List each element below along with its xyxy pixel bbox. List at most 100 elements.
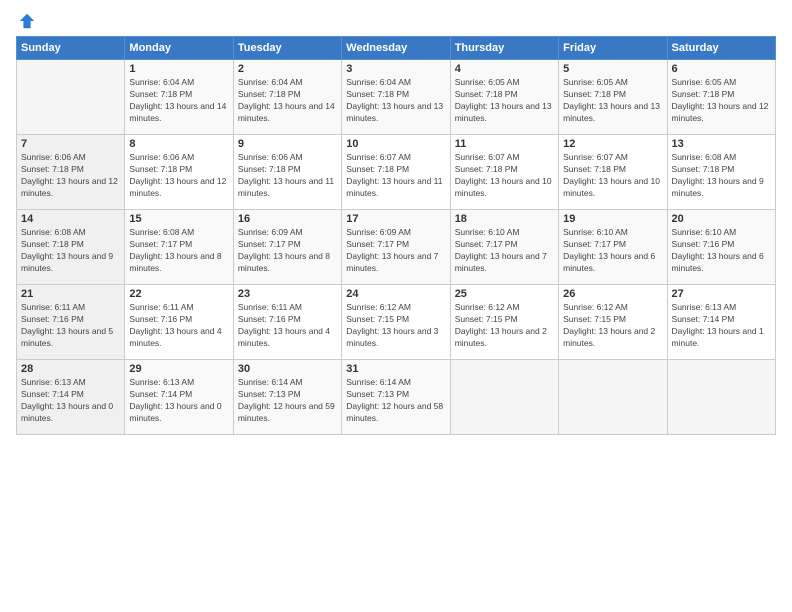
day-info: Sunrise: 6:12 AM Sunset: 7:15 PM Dayligh… bbox=[455, 302, 554, 350]
sunrise-label: Sunrise: 6:04 AM bbox=[238, 77, 303, 87]
daylight-label: Daylight: 13 hours and 9 minutes. bbox=[21, 251, 113, 273]
day-number: 27 bbox=[672, 288, 771, 300]
daylight-label: Daylight: 13 hours and 2 minutes. bbox=[563, 326, 655, 348]
daylight-label: Daylight: 13 hours and 13 minutes. bbox=[563, 101, 660, 123]
day-info: Sunrise: 6:10 AM Sunset: 7:17 PM Dayligh… bbox=[455, 227, 554, 275]
week-row-4: 28 Sunrise: 6:13 AM Sunset: 7:14 PM Dayl… bbox=[17, 360, 776, 435]
day-info: Sunrise: 6:13 AM Sunset: 7:14 PM Dayligh… bbox=[672, 302, 771, 350]
day-cell: 18 Sunrise: 6:10 AM Sunset: 7:17 PM Dayl… bbox=[450, 210, 558, 285]
daylight-label: Daylight: 13 hours and 1 minute. bbox=[672, 326, 764, 348]
calendar-table: SundayMondayTuesdayWednesdayThursdayFrid… bbox=[16, 36, 776, 435]
sunset-label: Sunset: 7:17 PM bbox=[346, 239, 409, 249]
weekday-header-friday: Friday bbox=[559, 37, 667, 60]
day-info: Sunrise: 6:08 AM Sunset: 7:17 PM Dayligh… bbox=[129, 227, 228, 275]
sunset-label: Sunset: 7:13 PM bbox=[238, 389, 301, 399]
sunrise-label: Sunrise: 6:06 AM bbox=[238, 152, 303, 162]
sunrise-label: Sunrise: 6:11 AM bbox=[129, 302, 193, 312]
sunset-label: Sunset: 7:18 PM bbox=[672, 89, 735, 99]
sunrise-label: Sunrise: 6:04 AM bbox=[346, 77, 411, 87]
day-info: Sunrise: 6:10 AM Sunset: 7:17 PM Dayligh… bbox=[563, 227, 662, 275]
day-info: Sunrise: 6:07 AM Sunset: 7:18 PM Dayligh… bbox=[455, 152, 554, 200]
sunrise-label: Sunrise: 6:11 AM bbox=[21, 302, 85, 312]
day-cell: 28 Sunrise: 6:13 AM Sunset: 7:14 PM Dayl… bbox=[17, 360, 125, 435]
day-cell: 30 Sunrise: 6:14 AM Sunset: 7:13 PM Dayl… bbox=[233, 360, 341, 435]
sunrise-label: Sunrise: 6:11 AM bbox=[238, 302, 302, 312]
week-row-2: 14 Sunrise: 6:08 AM Sunset: 7:18 PM Dayl… bbox=[17, 210, 776, 285]
day-info: Sunrise: 6:04 AM Sunset: 7:18 PM Dayligh… bbox=[238, 77, 337, 125]
sunrise-label: Sunrise: 6:13 AM bbox=[129, 377, 194, 387]
weekday-header-monday: Monday bbox=[125, 37, 233, 60]
sunset-label: Sunset: 7:18 PM bbox=[563, 89, 626, 99]
day-number: 2 bbox=[238, 63, 337, 75]
day-info: Sunrise: 6:11 AM Sunset: 7:16 PM Dayligh… bbox=[238, 302, 337, 350]
day-cell: 8 Sunrise: 6:06 AM Sunset: 7:18 PM Dayli… bbox=[125, 135, 233, 210]
daylight-label: Daylight: 13 hours and 9 minutes. bbox=[672, 176, 764, 198]
sunrise-label: Sunrise: 6:07 AM bbox=[455, 152, 520, 162]
day-cell: 21 Sunrise: 6:11 AM Sunset: 7:16 PM Dayl… bbox=[17, 285, 125, 360]
sunset-label: Sunset: 7:16 PM bbox=[238, 314, 301, 324]
day-cell: 14 Sunrise: 6:08 AM Sunset: 7:18 PM Dayl… bbox=[17, 210, 125, 285]
sunset-label: Sunset: 7:18 PM bbox=[455, 164, 518, 174]
sunrise-label: Sunrise: 6:12 AM bbox=[346, 302, 411, 312]
day-cell bbox=[667, 360, 775, 435]
day-number: 13 bbox=[672, 138, 771, 150]
sunrise-label: Sunrise: 6:08 AM bbox=[21, 227, 86, 237]
daylight-label: Daylight: 13 hours and 8 minutes. bbox=[238, 251, 330, 273]
sunset-label: Sunset: 7:13 PM bbox=[346, 389, 409, 399]
sunset-label: Sunset: 7:17 PM bbox=[563, 239, 626, 249]
day-number: 28 bbox=[21, 363, 120, 375]
day-info: Sunrise: 6:10 AM Sunset: 7:16 PM Dayligh… bbox=[672, 227, 771, 275]
sunset-label: Sunset: 7:18 PM bbox=[346, 164, 409, 174]
sunrise-label: Sunrise: 6:10 AM bbox=[672, 227, 737, 237]
sunset-label: Sunset: 7:18 PM bbox=[21, 239, 84, 249]
sunrise-label: Sunrise: 6:07 AM bbox=[563, 152, 628, 162]
day-number: 6 bbox=[672, 63, 771, 75]
sunrise-label: Sunrise: 6:14 AM bbox=[238, 377, 303, 387]
day-number: 26 bbox=[563, 288, 662, 300]
day-cell bbox=[559, 360, 667, 435]
day-number: 16 bbox=[238, 213, 337, 225]
day-number: 15 bbox=[129, 213, 228, 225]
sunrise-label: Sunrise: 6:04 AM bbox=[129, 77, 194, 87]
daylight-label: Daylight: 13 hours and 12 minutes. bbox=[129, 176, 226, 198]
sunset-label: Sunset: 7:14 PM bbox=[21, 389, 84, 399]
day-cell: 2 Sunrise: 6:04 AM Sunset: 7:18 PM Dayli… bbox=[233, 60, 341, 135]
daylight-label: Daylight: 13 hours and 6 minutes. bbox=[563, 251, 655, 273]
daylight-label: Daylight: 13 hours and 4 minutes. bbox=[238, 326, 330, 348]
day-number: 3 bbox=[346, 63, 445, 75]
day-info: Sunrise: 6:04 AM Sunset: 7:18 PM Dayligh… bbox=[129, 77, 228, 125]
day-cell: 24 Sunrise: 6:12 AM Sunset: 7:15 PM Dayl… bbox=[342, 285, 450, 360]
daylight-label: Daylight: 12 hours and 58 minutes. bbox=[346, 401, 443, 423]
day-cell: 12 Sunrise: 6:07 AM Sunset: 7:18 PM Dayl… bbox=[559, 135, 667, 210]
day-number: 24 bbox=[346, 288, 445, 300]
day-number: 10 bbox=[346, 138, 445, 150]
sunrise-label: Sunrise: 6:05 AM bbox=[672, 77, 737, 87]
day-number: 8 bbox=[129, 138, 228, 150]
day-number: 29 bbox=[129, 363, 228, 375]
day-cell: 31 Sunrise: 6:14 AM Sunset: 7:13 PM Dayl… bbox=[342, 360, 450, 435]
day-info: Sunrise: 6:07 AM Sunset: 7:18 PM Dayligh… bbox=[563, 152, 662, 200]
daylight-label: Daylight: 13 hours and 0 minutes. bbox=[21, 401, 113, 423]
day-number: 1 bbox=[129, 63, 228, 75]
sunset-label: Sunset: 7:18 PM bbox=[238, 164, 301, 174]
day-info: Sunrise: 6:05 AM Sunset: 7:18 PM Dayligh… bbox=[563, 77, 662, 125]
week-row-1: 7 Sunrise: 6:06 AM Sunset: 7:18 PM Dayli… bbox=[17, 135, 776, 210]
sunrise-label: Sunrise: 6:05 AM bbox=[455, 77, 520, 87]
logo-icon bbox=[18, 12, 36, 30]
daylight-label: Daylight: 13 hours and 10 minutes. bbox=[455, 176, 552, 198]
daylight-label: Daylight: 13 hours and 2 minutes. bbox=[455, 326, 547, 348]
sunrise-label: Sunrise: 6:10 AM bbox=[563, 227, 628, 237]
sunset-label: Sunset: 7:15 PM bbox=[455, 314, 518, 324]
sunset-label: Sunset: 7:14 PM bbox=[672, 314, 735, 324]
day-number: 19 bbox=[563, 213, 662, 225]
daylight-label: Daylight: 13 hours and 13 minutes. bbox=[346, 101, 443, 123]
day-number: 18 bbox=[455, 213, 554, 225]
daylight-label: Daylight: 13 hours and 7 minutes. bbox=[455, 251, 547, 273]
day-cell: 17 Sunrise: 6:09 AM Sunset: 7:17 PM Dayl… bbox=[342, 210, 450, 285]
sunrise-label: Sunrise: 6:09 AM bbox=[346, 227, 411, 237]
day-number: 25 bbox=[455, 288, 554, 300]
sunset-label: Sunset: 7:16 PM bbox=[129, 314, 192, 324]
day-number: 31 bbox=[346, 363, 445, 375]
daylight-label: Daylight: 13 hours and 13 minutes. bbox=[455, 101, 552, 123]
sunrise-label: Sunrise: 6:13 AM bbox=[672, 302, 737, 312]
